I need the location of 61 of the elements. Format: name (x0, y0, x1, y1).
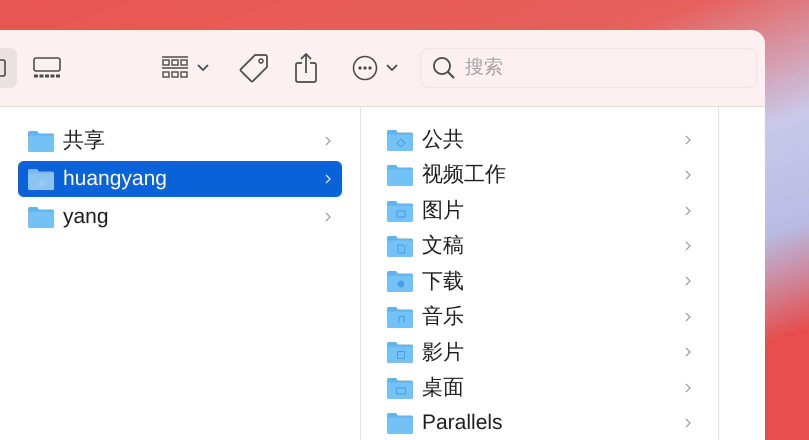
folder-row[interactable]: 下载 (377, 264, 702, 298)
folder-name: 桌面 (422, 375, 465, 402)
folder-row[interactable]: 文稿 (377, 229, 702, 263)
folder-name: 公共 (422, 126, 465, 153)
chevron-right-icon (325, 136, 331, 146)
search-field[interactable]: 搜索 (420, 48, 757, 88)
folder-name: 共享 (63, 128, 106, 154)
more-icon (352, 55, 378, 81)
tag-icon (239, 53, 269, 83)
chevron-right-icon (685, 170, 691, 180)
folder-icon (386, 234, 414, 258)
folder-name: huangyang (63, 166, 168, 192)
folder-row[interactable]: Parallels (377, 406, 702, 440)
more-button[interactable] (352, 55, 398, 81)
folder-name: Parallels (422, 410, 504, 436)
chevron-right-icon (325, 212, 331, 222)
folder-icon (386, 376, 414, 400)
folder-name: yang (63, 204, 110, 230)
folder-name: 视频工作 (422, 162, 507, 188)
folder-name: 图片 (422, 198, 465, 224)
chevron-right-icon (685, 347, 691, 358)
chevron-right-icon (685, 312, 691, 322)
chevron-down-icon (386, 64, 398, 72)
folder-row[interactable]: 视频工作 (377, 158, 702, 192)
folder-row[interactable]: 图片 (377, 194, 702, 228)
chevron-right-icon (685, 276, 691, 286)
search-icon (432, 56, 456, 80)
folder-name: 影片 (422, 340, 465, 366)
folder-icon (386, 198, 414, 223)
chevron-right-icon (325, 174, 331, 184)
folder-icon (386, 340, 414, 364)
folder-row[interactable]: 桌面 (377, 371, 702, 404)
folder-row[interactable]: yang (18, 199, 342, 235)
folder-icon (386, 304, 414, 329)
chevron-down-icon (197, 64, 209, 72)
tag-button[interactable] (239, 53, 269, 83)
folder-name: 下载 (422, 268, 465, 295)
chevron-right-icon (685, 206, 691, 216)
chevron-right-icon (685, 418, 691, 428)
folder-row[interactable]: 影片 (377, 336, 702, 370)
folder-icon (27, 205, 55, 229)
column-view-button[interactable] (0, 48, 17, 88)
chevron-right-icon (685, 241, 691, 252)
gallery-icon (32, 57, 62, 79)
folder-icon (27, 167, 55, 191)
columns-icon (0, 59, 6, 77)
folder-icon (386, 411, 414, 436)
chevron-right-icon (685, 134, 691, 145)
share-icon (295, 53, 317, 83)
folder-icon (386, 163, 414, 188)
folder-icon (27, 129, 55, 153)
folder-icon (386, 269, 414, 294)
folder-row[interactable]: 公共 (377, 123, 702, 156)
folder-name: 音乐 (422, 304, 465, 330)
folder-row[interactable]: 共享 (18, 123, 342, 159)
folder-row[interactable]: 音乐 (377, 300, 702, 334)
share-button[interactable] (295, 53, 317, 83)
folder-icon (386, 128, 414, 152)
chevron-right-icon (685, 382, 691, 393)
folder-row[interactable]: huangyang (18, 161, 342, 197)
folder-name: 文稿 (422, 233, 465, 260)
